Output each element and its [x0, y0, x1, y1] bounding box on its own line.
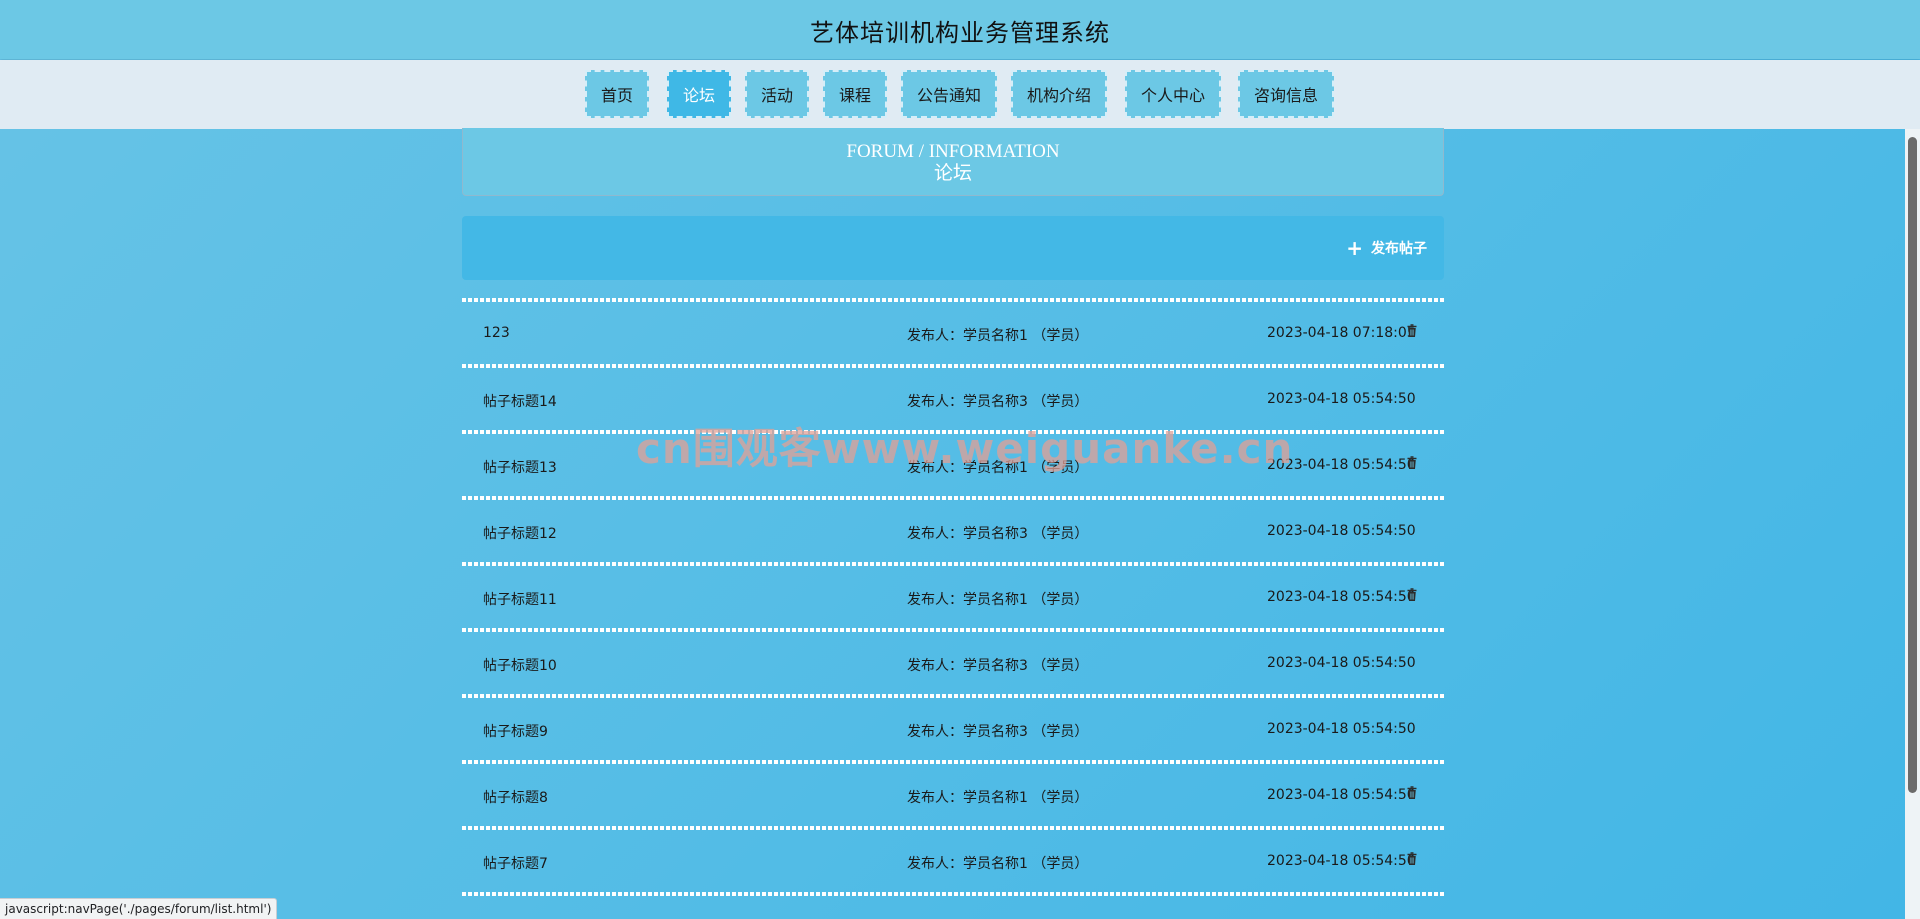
nav-item-activity[interactable]: 活动: [745, 70, 809, 118]
post-row[interactable]: 帖子标题7 发布人：学员名称1 （学员） 2023-04-18 05:54:50: [462, 830, 1444, 892]
post-row[interactable]: 123 发布人：学员名称1 （学员） 2023-04-18 07:18:05: [462, 302, 1444, 364]
post-author: 发布人：学员名称3 （学员）: [907, 526, 1089, 542]
trash-icon[interactable]: [1406, 588, 1422, 606]
post-author: 发布人：学员名称1 （学员）: [907, 592, 1089, 608]
post-date: 2023-04-18 05:54:50: [1267, 721, 1416, 737]
post-date: 2023-04-18 05:54:50: [1267, 391, 1416, 407]
post-date: 2023-04-18 05:54:50: [1267, 787, 1416, 803]
nav-item-about[interactable]: 机构介绍: [1011, 70, 1107, 118]
post-row[interactable]: 帖子标题14 发布人：学员名称3 （学员） 2023-04-18 05:54:50: [462, 368, 1444, 430]
post-author: 发布人：学员名称3 （学员）: [907, 724, 1089, 740]
app-title: 艺体培训机构业务管理系统: [810, 19, 1110, 47]
nav-item-profile[interactable]: 个人中心: [1125, 70, 1221, 118]
post-title[interactable]: 帖子标题12: [483, 523, 557, 543]
post-date: 2023-04-18 05:54:50: [1267, 853, 1416, 869]
post-author: 发布人：学员名称1 （学员）: [907, 328, 1089, 344]
post-author: 发布人：学员名称1 （学员）: [907, 790, 1089, 806]
scrollbar[interactable]: [1905, 129, 1920, 919]
post-list: 123 发布人：学员名称1 （学员） 2023-04-18 07:18:05 帖子标题…: [462, 298, 1444, 896]
post-date: 2023-04-18 05:54:50: [1267, 523, 1416, 539]
post-row[interactable]: 帖子标题10 发布人：学员名称3 （学员） 2023-04-18 05:54:50: [462, 632, 1444, 694]
post-author: 发布人：学员名称1 （学员）: [907, 856, 1089, 872]
section-title: FORUM / INFORMATION 论坛: [462, 128, 1444, 196]
post-row[interactable]: 帖子标题12 发布人：学员名称3 （学员） 2023-04-18 05:54:50: [462, 500, 1444, 562]
post-date: 2023-04-18 07:18:05: [1267, 325, 1416, 341]
status-bar-url: javascript:navPage('./pages/forum/list.h…: [0, 898, 278, 919]
post-author: 发布人：学员名称1 （学员）: [907, 460, 1089, 476]
publish-post-label: 发布帖子: [1371, 241, 1427, 257]
post-title[interactable]: 帖子标题11: [483, 589, 557, 609]
section-title-cn: 论坛: [933, 163, 972, 184]
action-bar: + 发布帖子: [462, 216, 1444, 280]
nav-item-consult[interactable]: 咨询信息: [1238, 70, 1334, 118]
scrollbar-thumb[interactable]: [1908, 137, 1917, 793]
post-title[interactable]: 帖子标题7: [483, 853, 548, 873]
publish-post-button[interactable]: + 发布帖子: [1338, 234, 1435, 262]
post-date: 2023-04-18 05:54:50: [1267, 589, 1416, 605]
nav-item-course[interactable]: 课程: [823, 70, 887, 118]
post-title[interactable]: 帖子标题14: [483, 391, 557, 411]
nav-item-home[interactable]: 首页: [585, 70, 649, 118]
post-date: 2023-04-18 05:54:50: [1267, 457, 1416, 473]
post-row[interactable]: 帖子标题11 发布人：学员名称1 （学员） 2023-04-18 05:54:50: [462, 566, 1444, 628]
nav-item-forum[interactable]: 论坛: [667, 70, 731, 118]
nav-item-notice[interactable]: 公告通知: [901, 70, 997, 118]
post-title[interactable]: 123: [483, 325, 510, 341]
post-author: 发布人：学员名称3 （学员）: [907, 658, 1089, 674]
main-nav: 首页 论坛 活动 课程 公告通知 机构介绍 个人中心 咨询信息: [0, 60, 1920, 129]
post-title[interactable]: 帖子标题8: [483, 787, 548, 807]
trash-icon[interactable]: [1406, 852, 1422, 870]
post-title[interactable]: 帖子标题13: [483, 457, 557, 477]
post-date: 2023-04-18 05:54:50: [1267, 655, 1416, 671]
post-row[interactable]: 帖子标题8 发布人：学员名称1 （学员） 2023-04-18 05:54:50: [462, 764, 1444, 826]
trash-icon[interactable]: [1406, 456, 1422, 474]
trash-icon[interactable]: [1406, 324, 1422, 342]
post-author: 发布人：学员名称3 （学员）: [907, 394, 1089, 410]
post-row[interactable]: 帖子标题13 发布人：学员名称1 （学员） 2023-04-18 05:54:50: [462, 434, 1444, 496]
post-title[interactable]: 帖子标题9: [483, 721, 548, 741]
section-title-en: FORUM / INFORMATION: [846, 141, 1060, 162]
list-divider: [462, 892, 1444, 896]
post-title[interactable]: 帖子标题10: [483, 655, 557, 675]
trash-icon[interactable]: [1406, 786, 1422, 804]
plus-icon: +: [1346, 236, 1363, 260]
post-row[interactable]: 帖子标题9 发布人：学员名称3 （学员） 2023-04-18 05:54:50: [462, 698, 1444, 760]
app-header: 艺体培训机构业务管理系统: [0, 0, 1920, 59]
